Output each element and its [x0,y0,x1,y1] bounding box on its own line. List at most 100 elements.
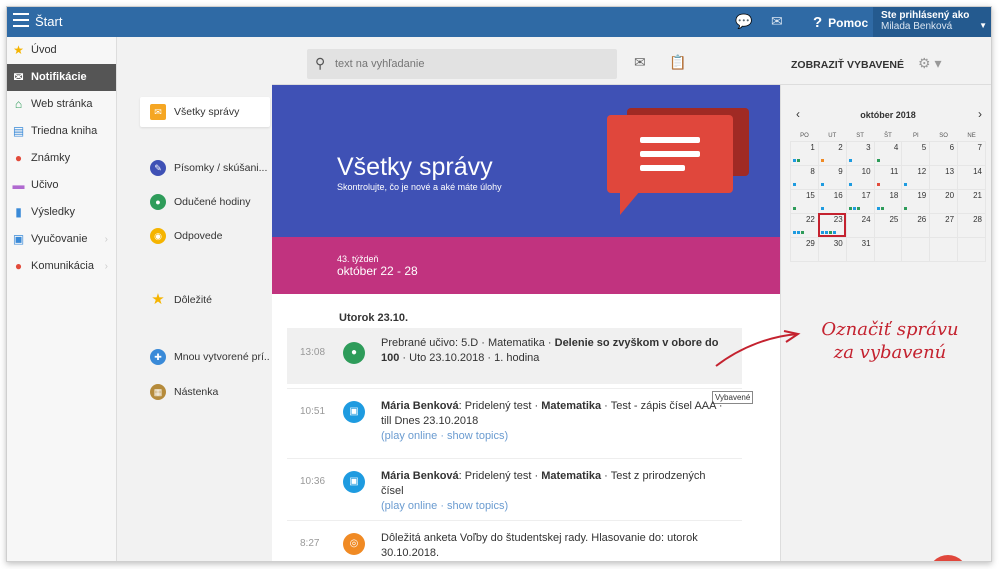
sidebar-item[interactable]: ● Komunikácia › [7,253,116,280]
event-dot [904,206,908,210]
search-box: ⚲ [307,49,617,79]
sidebar-item[interactable]: ▬ Učivo [7,172,116,199]
menu-icon[interactable] [13,13,29,27]
gear-icon[interactable]: ⚙ ▾ [918,55,941,72]
calendar-day[interactable]: 19 [901,188,931,214]
message-row[interactable]: 8:27 ◎ Dôležitá anketa Voľby do študentske… [287,520,742,561]
filter-item[interactable]: ✚ Mnou vytvorené prí... [140,342,270,372]
mail-icon[interactable]: ✉ [771,13,783,30]
search-icon: ⚲ [315,55,326,71]
top-bar: Štart 💬 ✉ ? Pomoc Ste prihlásený ako Mila… [7,7,991,37]
calendar-day[interactable]: 12 [901,164,931,190]
calendar-day[interactable]: 15 [790,188,819,214]
sidebar-item[interactable]: ● Známky [7,145,116,172]
message-time: 10:51 [300,406,326,417]
event-dot [820,230,824,234]
calendar-day[interactable]: 31 [845,236,875,262]
filter-item-label: Nástenka [174,386,219,398]
sidebar-item[interactable]: ✉ Notifikácie [7,64,116,91]
help-button[interactable]: ? Pomoc [813,14,868,31]
message-fragment: Matematika [541,400,602,412]
star-icon: ★ [13,43,24,57]
show-favorites-button[interactable]: ZOBRAZIŤ VYBAVENÉ [791,59,904,71]
calendar-day[interactable]: 24 [845,212,875,238]
calendar-day[interactable]: 29 [790,236,819,262]
calendar-day[interactable]: 17 [845,188,875,214]
calendar-day[interactable]: 6 [929,140,959,166]
calendar-day[interactable]: 28 [957,212,986,238]
calendar-day[interactable]: 20 [929,188,959,214]
calendar-day[interactable]: 2 [817,140,847,166]
calendar-next-button[interactable]: › [978,107,982,121]
message-links[interactable]: (play online · show topics) [381,500,508,512]
event-dots [793,230,805,234]
calendar-month: október 2018 [860,110,916,120]
filter-item[interactable]: ◉ Odpovede [140,221,270,251]
calendar-day[interactable]: 26 [901,212,931,238]
lesson-icon: ● [343,342,365,364]
message-time: 10:36 [300,476,326,487]
test-icon: ▣ [343,471,365,493]
message-text: Mária Benková: Pridelený test · Matemati… [381,399,726,444]
sidebar-item-label: Výsledky [31,206,76,218]
day-number: 17 [861,190,871,200]
calendar: ‹ október 2018 › PO UT ST ŠT PI SO NE 12345678… [790,105,986,262]
sidebar-item[interactable]: ▣ Vyučovanie › [7,226,116,253]
message-row[interactable]: 10:51 ▣ Mária Benková: Pridelený test · Ma… [287,388,742,448]
calendar-day[interactable]: 21 [957,188,986,214]
calendar-day[interactable]: 18 [873,188,903,214]
page-subtitle: Skontrolujte, čo je nové a aké máte úloh… [337,182,502,192]
message-links[interactable]: (play online · show topics) [381,430,508,442]
week-band: 43. týždeň október 22 - 28 [272,237,780,294]
calendar-day[interactable]: 11 [873,164,903,190]
sidebar-item[interactable]: ⌂ Web stránka [7,91,116,118]
calendar-day[interactable]: 4 [873,140,903,166]
chevron-right-icon: › [104,261,108,272]
calendar-day[interactable]: 22 [790,212,819,238]
sidebar-item[interactable]: ▮ Výsledky [7,199,116,226]
sidebar-item[interactable]: ★ Úvod [7,37,116,64]
filter-item[interactable]: ● Odučené hodiny [140,187,270,217]
day-number: 10 [861,166,871,176]
filter-item[interactable]: ✉ Všetky správy [140,97,270,127]
event-dot [801,230,804,234]
calendar-day[interactable]: 7 [957,140,986,166]
star-icon: ★ [151,291,165,308]
message-row[interactable]: 10:36 ▣ Mária Benková: Pridelený test · Ma… [287,458,742,514]
calendar-day[interactable]: 14 [957,164,986,190]
calendar-day[interactable]: 10 [845,164,875,190]
chat-icon[interactable]: 💬 [735,13,752,30]
calendar-day[interactable]: 16 [817,188,847,214]
calendar-day[interactable]: 8 [790,164,819,190]
day-number: 7 [977,142,982,152]
filter-item[interactable]: ▦ Nástenka [140,377,270,407]
sidebar-item[interactable]: ▤ Triedna kniha [7,118,116,145]
message-fragment: Mária Benková [381,470,459,482]
calendar-day[interactable]: 25 [873,212,903,238]
poll-icon: ◎ [343,533,365,555]
envelope-icon[interactable]: ✉ [634,54,646,71]
calendar-day[interactable]: 27 [929,212,959,238]
message-text: Dôležitá anketa Voľby do študentskej rad… [381,531,726,561]
add-button[interactable] [928,555,968,561]
message-row[interactable]: 13:08 ● Prebrané učivo: 5.D · Matematika ·… [287,328,742,384]
filter-item[interactable]: ✎ Písomky / skúšani... [140,153,270,183]
day-number: 12 [917,166,927,176]
calendar-day[interactable]: 9 [817,164,847,190]
calendar-day[interactable]: 30 [817,236,847,262]
bubble-line [640,151,700,157]
calendar-day[interactable]: 5 [901,140,931,166]
search-input[interactable] [335,55,605,73]
event-dot [820,182,824,186]
calendar-day[interactable]: 23 [817,212,847,238]
event-dot [856,206,860,210]
clipboard-icon[interactable]: 📋 [669,54,686,71]
calendar-day[interactable]: 3 [845,140,875,166]
filter-item[interactable]: ★ Dôležité [140,285,270,315]
sidebar-item-label: Učivo [31,179,59,191]
calendar-day[interactable]: 1 [790,140,819,166]
weekday-label: SO [939,132,948,139]
calendar-day[interactable]: 13 [929,164,959,190]
user-menu[interactable]: Ste prihlásený ako Milada Benková ▼ [873,7,991,37]
event-dots [904,182,908,186]
